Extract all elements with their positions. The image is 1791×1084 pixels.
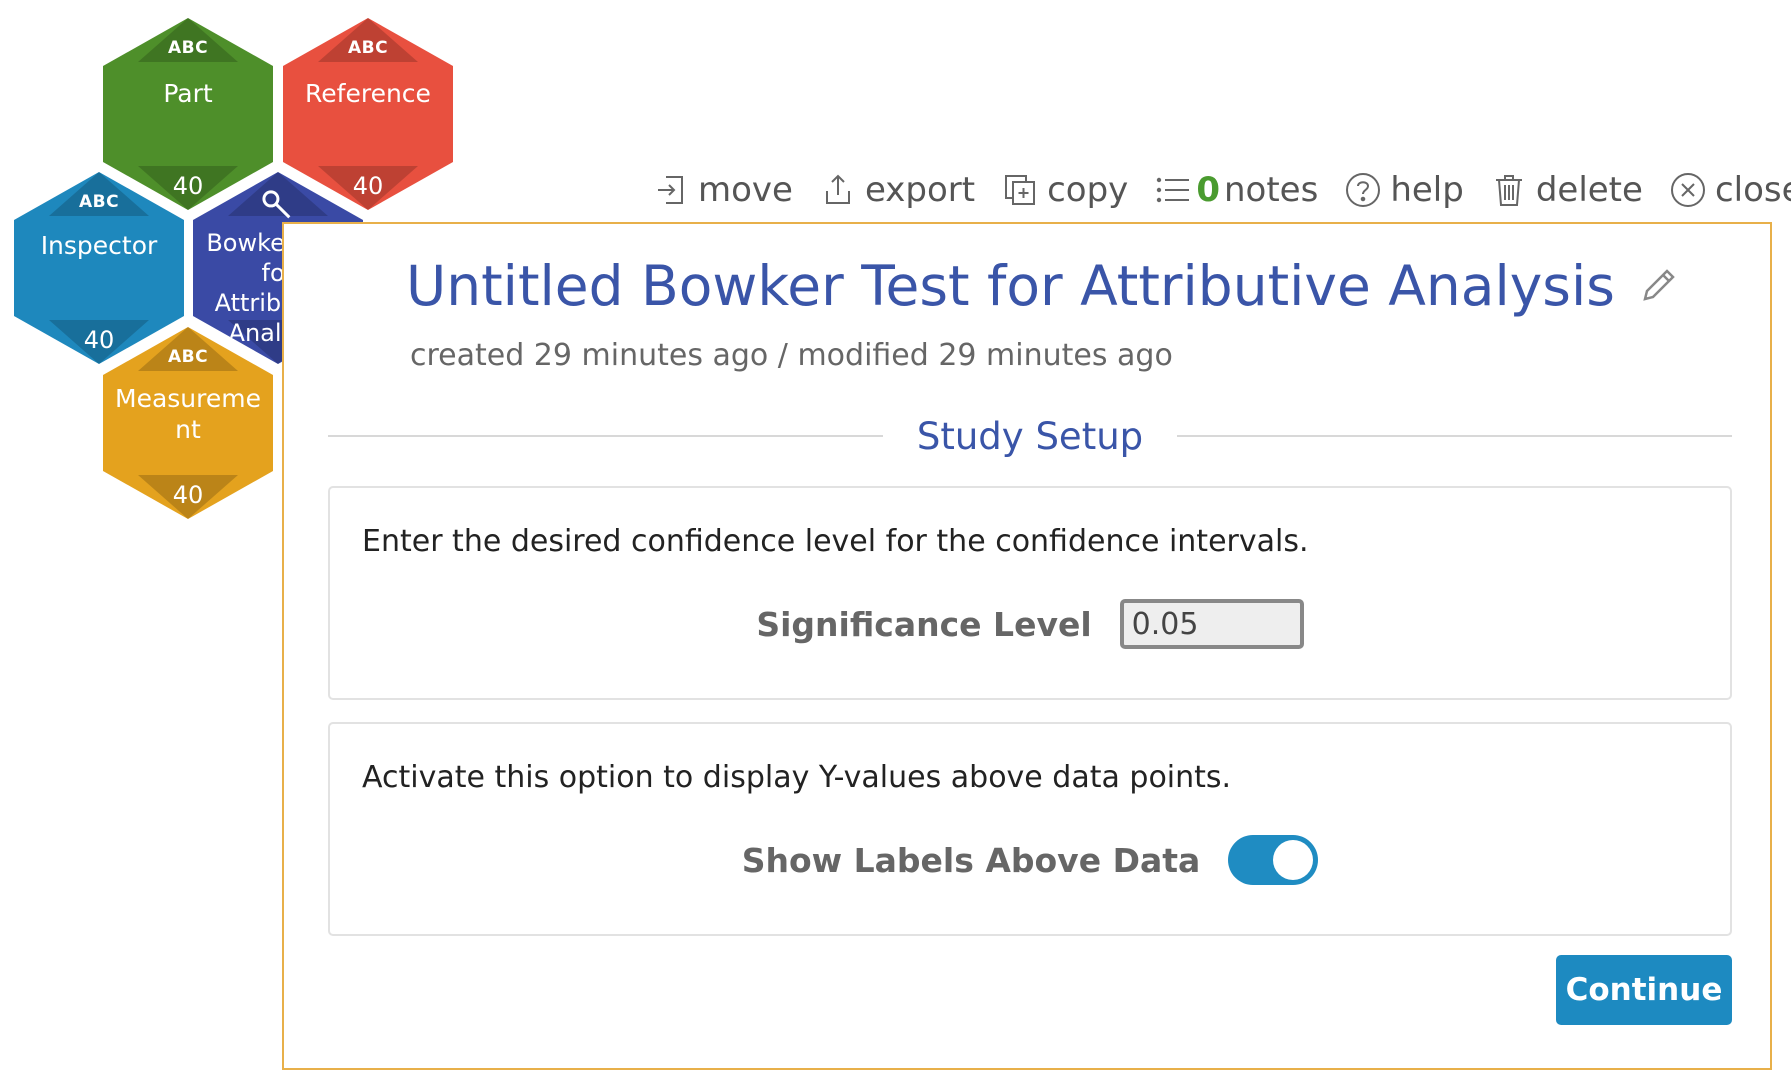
divider [328,435,883,437]
continue-button[interactable]: Continue [1556,955,1732,1025]
confidence-card: Enter the desired confidence level for t… [328,486,1732,700]
copy-button[interactable]: copy [1001,170,1128,210]
notes-button[interactable]: 0 notes [1154,170,1318,210]
close-label: close [1714,170,1791,210]
section-title: Study Setup [916,414,1144,458]
significance-level-label: Significance Level [756,604,1092,644]
hex-reference-label: Reference [305,79,431,108]
page-title: Untitled Bowker Test for Attributive Ana… [406,254,1615,318]
divider [1177,435,1733,437]
notes-count: 0 [1196,170,1220,210]
study-panel: Untitled Bowker Test for Attributive Ana… [282,222,1772,1070]
toolbar: move export copy 0 notes help delete clo… [652,165,1791,215]
export-button[interactable]: export [819,170,975,210]
show-labels-label: Show Labels Above Data [741,840,1201,880]
list-icon [1157,177,1190,203]
hex-measurement-label: Measureme nt [115,384,261,444]
move-label: move [698,170,793,210]
delete-button[interactable]: delete [1490,170,1643,210]
abc-type-label: ABC [167,38,209,58]
section-header: Study Setup [328,411,1733,461]
copy-icon [1005,175,1036,205]
close-icon [1670,173,1705,207]
toggle-knob [1273,840,1314,880]
export-label: export [864,170,976,210]
labels-description: Activate this option to display Y-values… [362,760,1232,795]
labels-card: Activate this option to display Y-values… [328,722,1732,936]
hex-measurement-count: 40 [172,481,204,509]
move-icon [658,176,683,204]
help-label: help [1390,170,1464,210]
export-icon [825,174,850,204]
help-icon [1346,173,1381,207]
confidence-description: Enter the desired confidence level for t… [362,524,1309,559]
close-button[interactable]: close [1669,170,1791,210]
significance-level-input[interactable] [1119,599,1304,649]
abc-type-label: ABC [347,38,389,58]
copy-label: copy [1047,170,1129,210]
show-labels-toggle[interactable] [1228,835,1319,885]
trash-icon [1495,175,1522,206]
pencil-icon[interactable] [1637,265,1679,307]
delete-label: delete [1535,170,1643,210]
notes-label: notes [1223,170,1319,210]
move-button[interactable]: move [652,170,793,210]
hex-inspector-label: Inspector [40,231,158,260]
timestamps: created 29 minutes ago / modified 29 min… [410,338,1173,373]
help-button[interactable]: help [1344,170,1464,210]
hex-part-label: Part [163,79,213,108]
